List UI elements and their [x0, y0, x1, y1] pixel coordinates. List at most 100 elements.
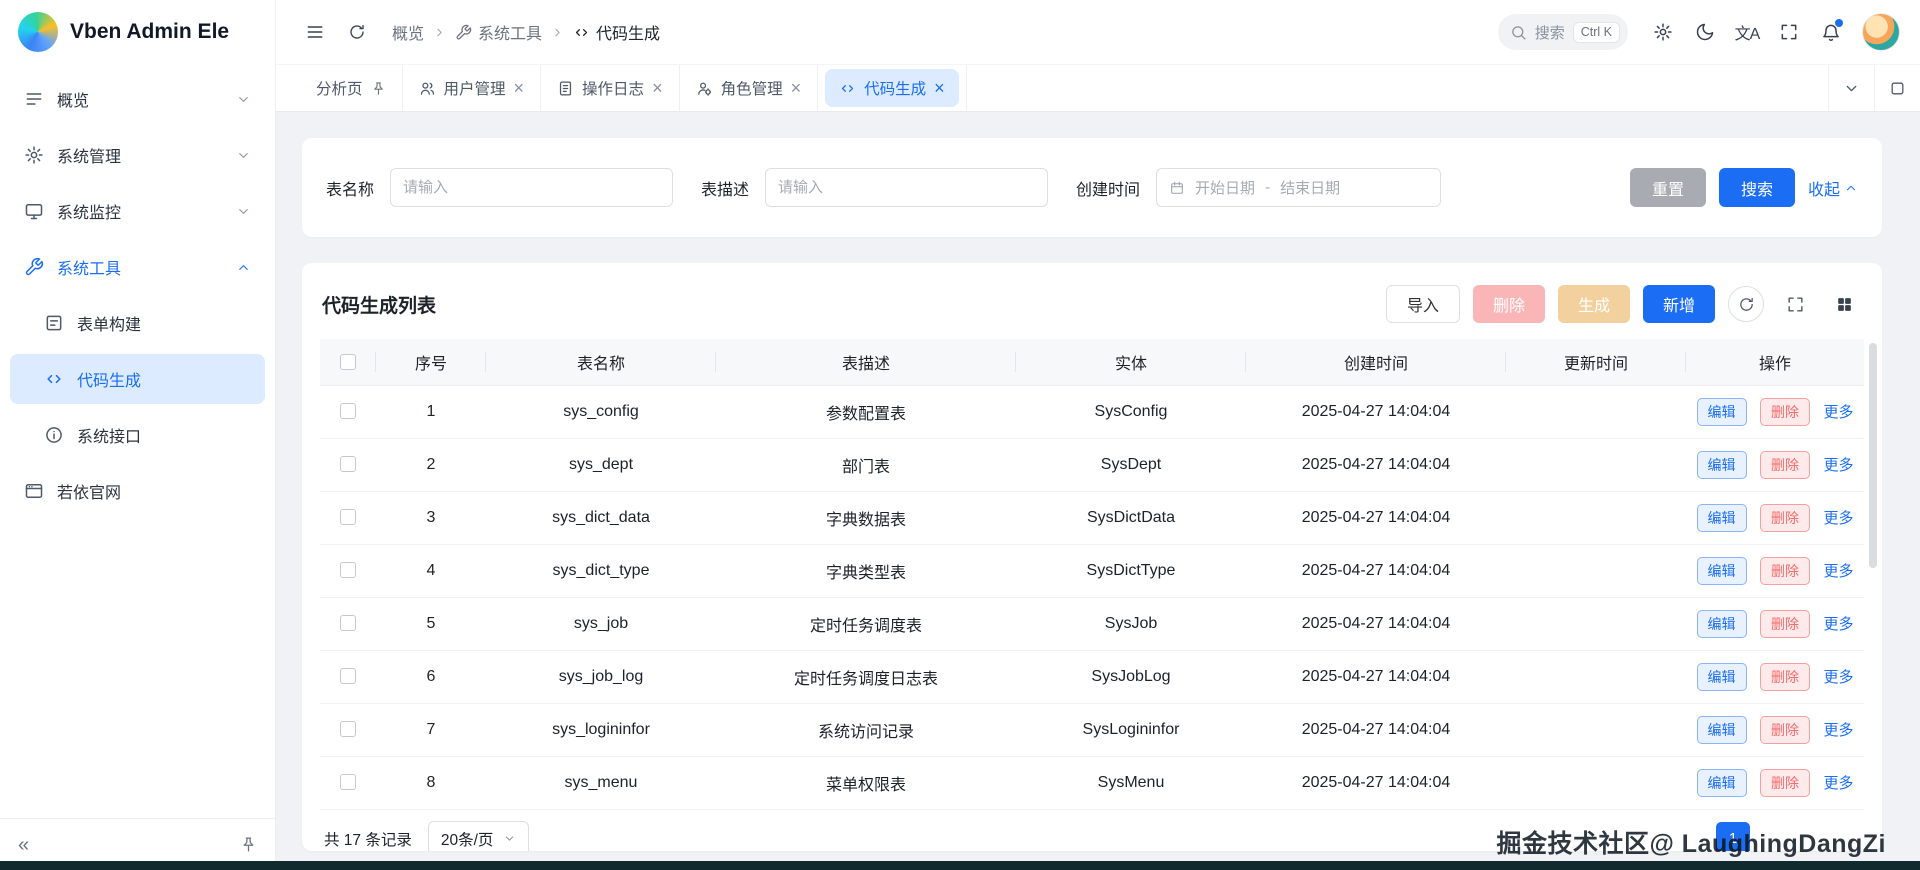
cell-table-name: sys_config: [486, 385, 716, 439]
row-checkbox[interactable]: [340, 615, 356, 632]
cell-actions: 编辑 删除 更多: [1686, 650, 1864, 704]
create-time-range-picker[interactable]: 开始日期 - 结束日期: [1156, 168, 1442, 207]
more-button[interactable]: 更多: [1823, 563, 1853, 580]
close-icon[interactable]: ×: [934, 79, 945, 97]
logo[interactable]: Vben Admin Ele: [0, 0, 275, 64]
row-checkbox[interactable]: [340, 721, 356, 738]
close-icon[interactable]: ×: [791, 79, 802, 97]
table-scrollbar[interactable]: [1869, 343, 1877, 851]
sidebar-item-system-api[interactable]: 系统接口: [10, 410, 265, 460]
more-button[interactable]: 更多: [1823, 722, 1853, 739]
table-fullscreen-button[interactable]: [1777, 286, 1813, 322]
collapse-filter-button[interactable]: 收起: [1808, 176, 1858, 200]
more-button[interactable]: 更多: [1823, 404, 1853, 421]
cell-actions: 编辑 删除 更多: [1686, 597, 1864, 651]
page-size-select[interactable]: 20条/页: [427, 820, 530, 851]
row-checkbox[interactable]: [340, 774, 356, 791]
tab-code-generation[interactable]: 代码生成 ×: [818, 65, 967, 111]
column-settings-button[interactable]: [1826, 286, 1862, 322]
sidebar-item-code-generation[interactable]: 代码生成: [10, 354, 265, 404]
sidebar-item-form-builder[interactable]: 表单构建: [10, 298, 265, 348]
cell-entity: SysConfig: [1016, 385, 1246, 439]
row-checkbox[interactable]: [340, 668, 356, 685]
language-button[interactable]: 文A: [1730, 15, 1764, 49]
cell-index: 3: [376, 491, 486, 545]
edit-button[interactable]: 编辑: [1696, 556, 1747, 585]
sidebar-collapse-button[interactable]: «: [18, 835, 29, 855]
edit-button[interactable]: 编辑: [1696, 397, 1747, 426]
cell-update-time: [1506, 703, 1686, 757]
cell-update-time: [1506, 544, 1686, 598]
sidebar-item-label: 系统监控: [57, 205, 122, 222]
more-button[interactable]: 更多: [1823, 616, 1853, 633]
tab-user-management[interactable]: 用户管理 ×: [403, 65, 542, 111]
code-icon: [573, 24, 590, 41]
delete-button[interactable]: 删除: [1759, 556, 1810, 585]
breadcrumb-item-overview[interactable]: 概览: [392, 20, 424, 44]
edit-button[interactable]: 编辑: [1696, 450, 1747, 479]
delete-button[interactable]: 删除: [1759, 662, 1810, 691]
sidebar-item-system-monitor[interactable]: 系统监控: [10, 186, 265, 236]
menu-toggle-button[interactable]: [298, 15, 332, 49]
tab-analysis[interactable]: 分析页: [300, 65, 403, 111]
cell-actions: 编辑 删除 更多: [1686, 491, 1864, 545]
close-icon[interactable]: ×: [514, 79, 525, 97]
pin-icon[interactable]: [371, 81, 386, 96]
breadcrumb-item-system-tools[interactable]: 系统工具: [455, 20, 542, 44]
edit-button[interactable]: 编辑: [1696, 662, 1747, 691]
tab-operation-log[interactable]: 操作日志 ×: [541, 65, 680, 111]
breadcrumb-item-code-generation[interactable]: 代码生成: [573, 20, 660, 44]
table-desc-input[interactable]: [765, 168, 1049, 207]
more-button[interactable]: 更多: [1823, 457, 1853, 474]
delete-button[interactable]: 删除: [1759, 768, 1810, 797]
edit-button[interactable]: 编辑: [1696, 715, 1747, 744]
table-refresh-button[interactable]: [1728, 286, 1764, 322]
fullscreen-button[interactable]: [1772, 15, 1806, 49]
global-search[interactable]: 搜索 Ctrl K: [1497, 14, 1628, 50]
delete-button[interactable]: 删除: [1759, 609, 1810, 638]
theme-toggle-button[interactable]: [1688, 15, 1722, 49]
delete-button[interactable]: 删除: [1759, 450, 1810, 479]
more-button[interactable]: 更多: [1823, 775, 1853, 792]
delete-button[interactable]: 删除: [1759, 503, 1810, 532]
edit-button[interactable]: 编辑: [1696, 609, 1747, 638]
list-toolbar: 导入 删除 生成 新增: [1385, 285, 1862, 323]
settings-button[interactable]: [1646, 15, 1680, 49]
tab-role-management[interactable]: 角色管理 ×: [680, 65, 819, 111]
row-checkbox[interactable]: [340, 509, 356, 526]
cell-create-time: 2025-04-27 14:04:04: [1246, 385, 1506, 439]
reset-button[interactable]: 重置: [1629, 168, 1706, 207]
delete-button[interactable]: 删除: [1759, 397, 1810, 426]
row-checkbox[interactable]: [340, 403, 356, 420]
more-button[interactable]: 更多: [1823, 510, 1853, 527]
row-checkbox[interactable]: [340, 562, 356, 579]
sidebar-item-system-management[interactable]: 系统管理: [10, 130, 265, 180]
page-1-button[interactable]: 1: [1716, 821, 1750, 851]
tabs-maximize-button[interactable]: [1874, 65, 1920, 111]
sidebar-item-ruoyi-site[interactable]: 若依官网: [10, 466, 265, 516]
pin-icon[interactable]: [240, 836, 257, 853]
generate-button[interactable]: 生成: [1557, 285, 1630, 323]
select-all-checkbox[interactable]: [340, 353, 356, 370]
import-button[interactable]: 导入: [1385, 285, 1460, 323]
row-checkbox[interactable]: [340, 456, 356, 473]
table-name-input[interactable]: [390, 168, 674, 207]
chevron-down-icon: [236, 148, 251, 163]
search-button[interactable]: 搜索: [1718, 168, 1795, 207]
add-button[interactable]: 新增: [1642, 285, 1715, 323]
user-avatar[interactable]: [1862, 13, 1900, 51]
delete-button[interactable]: 删除: [1759, 715, 1810, 744]
batch-delete-button[interactable]: 删除: [1472, 285, 1545, 323]
more-button[interactable]: 更多: [1823, 669, 1853, 686]
sidebar-item-system-tools[interactable]: 系统工具: [10, 242, 265, 292]
table-name-label: 表名称: [326, 181, 375, 199]
refresh-button[interactable]: [340, 15, 374, 49]
cell-table-desc: 菜单权限表: [716, 756, 1016, 810]
edit-button[interactable]: 编辑: [1696, 768, 1747, 797]
tabs-dropdown-button[interactable]: [1828, 65, 1874, 111]
edit-button[interactable]: 编辑: [1696, 503, 1747, 532]
sidebar-item-overview[interactable]: 概览: [10, 74, 265, 124]
close-icon[interactable]: ×: [652, 79, 663, 97]
notifications-button[interactable]: [1814, 15, 1848, 49]
scrollbar-thumb[interactable]: [1869, 343, 1877, 568]
